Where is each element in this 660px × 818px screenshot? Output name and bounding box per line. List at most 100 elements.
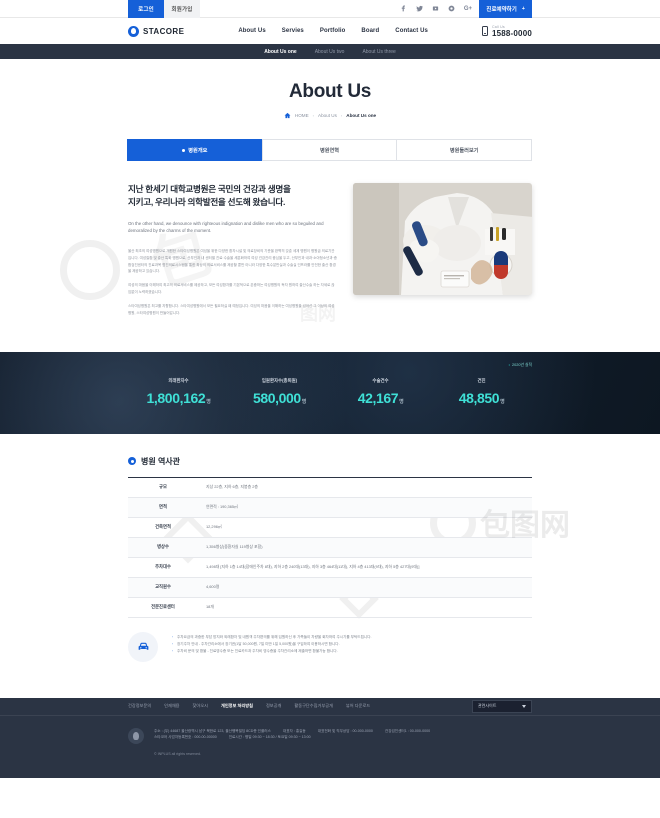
table-row: 전문진료센터 18개 bbox=[128, 597, 532, 618]
active-dot-icon bbox=[182, 148, 186, 152]
content-tabs: 병원개요 병원연혁 병원둘러보기 bbox=[127, 139, 533, 161]
intro-heading: 지난 한세기 대학교병원은 국민의 건강과 생명을 지키고, 우리나라 의학발전… bbox=[128, 183, 337, 210]
row-value: 지상 22층, 지하 6층, 지붕층 2층 bbox=[206, 484, 259, 490]
row-label: 교직원수 bbox=[155, 584, 171, 590]
stat-unit: 명 bbox=[206, 398, 211, 405]
row-label: 규모 bbox=[159, 484, 167, 490]
nav-board[interactable]: Board bbox=[361, 28, 379, 34]
note-item: 주차비 문의 및 환불 - 진료영수증 또는 진료카드과 주차비 영수증을 주차… bbox=[172, 648, 372, 655]
row-label: 전문진료센터 bbox=[151, 604, 175, 610]
note-item: 주차요금의 과중한 부담 방지와 외래환자 및 내원객 주차편의를 위해 입원하… bbox=[172, 634, 372, 641]
row-value: 18개 bbox=[206, 604, 214, 610]
stats-row: 외래환자수 1,800,162명 입원환자수(총퇴원) 580,000명 수술건… bbox=[128, 378, 532, 406]
row-value: 12,296㎡ bbox=[206, 524, 222, 530]
footer-links: 건강정보문의 인재채용 찾아오시 개인정보 처리방침 정보공개 활동구단수집거부… bbox=[128, 703, 370, 709]
row-label: 주차대수 bbox=[155, 564, 171, 570]
footer-business-number: 스타코어 사업자등록번호 : 000-00-00000 bbox=[154, 735, 217, 740]
car-icon bbox=[128, 631, 158, 662]
reserve-appointment-button[interactable]: 진료예약하기 + bbox=[479, 0, 532, 18]
footer-address-row-1: 주소 : (우) 44687 울산광역시 남구 북한로 123, 울산행복빌딩 … bbox=[154, 728, 430, 735]
nav-servies[interactable]: Servies bbox=[282, 28, 304, 34]
twitter-icon[interactable] bbox=[415, 4, 424, 13]
table-row: 면적 연면적 : 190,365㎡ bbox=[128, 497, 532, 518]
stat-number: 42,167 bbox=[357, 389, 399, 406]
nav-contact-us[interactable]: Contact Us bbox=[395, 28, 428, 34]
login-button[interactable]: 로그인 bbox=[128, 0, 164, 18]
footer-address-row-2: 스타코어 사업자등록번호 : 000-00-00000 진료시간 : 평일 09… bbox=[154, 734, 430, 741]
table-row: 규모 지상 22층, 지하 6층, 지붕층 2층 bbox=[128, 477, 532, 498]
row-label: 면적 bbox=[159, 504, 167, 510]
tab-hospital-overview[interactable]: 병원개요 bbox=[127, 139, 263, 161]
top-right-group: G+ 진료예약하기 + bbox=[399, 0, 532, 18]
phone-icon bbox=[481, 26, 488, 36]
footer-link-directions[interactable]: 찾아오시 bbox=[193, 703, 208, 709]
chevron-down-icon bbox=[522, 704, 526, 708]
section-title: 병원 역사관 bbox=[128, 456, 532, 467]
intro-section: 지난 한세기 대학교병원은 국민의 건강과 생명을 지키고, 우리나라 의학발전… bbox=[128, 183, 532, 324]
page-header: About Us HOME › About Us › About Us one bbox=[0, 59, 660, 133]
footer-checkup-phone: 건강검진센터1 : 00-000-0000 bbox=[384, 728, 431, 733]
related-sites-label: 관련사이트 bbox=[478, 703, 497, 709]
footer-address-line1: 주소 : (우) 44687 울산광역시 남구 북한로 123, 울산행복빌딩 … bbox=[154, 728, 271, 733]
row-value: 1,356병상(중환자실 119병상 포함) bbox=[206, 544, 263, 550]
sub-navigation: About Us one About Us two About Us three bbox=[0, 44, 660, 59]
subnav-about-us-three[interactable]: About Us three bbox=[362, 49, 395, 55]
subnav-about-us-one[interactable]: About Us one bbox=[264, 49, 297, 55]
related-sites-select[interactable]: 관련사이트 bbox=[472, 699, 532, 713]
footer-link-health-info[interactable]: 건강정보문의 bbox=[128, 703, 151, 709]
doctor-photo bbox=[352, 183, 532, 295]
stat-value: 42,167명 bbox=[330, 390, 431, 406]
intro-paragraph: 울산 최초의 여성병원으로 개원한 스타여성병원은 여성을 위한 다양한 환자시… bbox=[128, 249, 337, 274]
page-root: 包 图网 包图网 로그인 회원가입 G+ 진료예약하기 + STACORE Ab… bbox=[0, 0, 660, 779]
breadcrumb-separator: › bbox=[312, 113, 314, 118]
footer-link-privacy-policy[interactable]: 개인정보 처리방침 bbox=[221, 703, 253, 709]
footer-link-viewer-download[interactable]: 뷰어 다운로드 bbox=[346, 703, 370, 709]
stat-outpatients: 외래환자수 1,800,162명 bbox=[128, 378, 229, 406]
reserve-label: 진료예약하기 bbox=[486, 6, 517, 13]
statistics-band: 2020년 실적 외래환자수 1,800,162명 입원환자수(총퇴원) 580… bbox=[0, 351, 660, 434]
footer-nav-bar: 건강정보문의 인재채용 찾아오시 개인정보 처리방침 정보공개 활동구단수집거부… bbox=[0, 698, 660, 716]
breadcrumb-about-us[interactable]: About Us bbox=[318, 113, 337, 118]
row-label: 병상수 bbox=[157, 544, 169, 550]
stat-label: 입원환자수(총퇴원) bbox=[261, 377, 298, 383]
signup-button[interactable]: 회원가입 bbox=[164, 0, 200, 18]
stat-label: 외래환자수 bbox=[168, 377, 189, 383]
stat-unit: 명 bbox=[500, 398, 505, 405]
tab-label: 병원연혁 bbox=[319, 147, 340, 154]
googleplus-icon[interactable]: G+ bbox=[463, 4, 472, 13]
stat-checkups: 건진 48,850명 bbox=[431, 378, 532, 406]
footer-link-email-collection[interactable]: 활동구단수집거부공개 bbox=[294, 703, 333, 709]
instagram-icon[interactable] bbox=[447, 4, 456, 13]
breadcrumb: HOME › About Us › About Us one bbox=[0, 112, 660, 119]
nav-portfolio[interactable]: Portfolio bbox=[320, 28, 346, 34]
footer-link-recruit[interactable]: 인재채용 bbox=[164, 703, 179, 709]
tab-label: 병원둘러보기 bbox=[449, 147, 479, 154]
tab-hospital-history[interactable]: 병원연혁 bbox=[261, 139, 398, 161]
facebook-icon[interactable] bbox=[399, 4, 408, 13]
top-utility-bar: 로그인 회원가입 G+ 진료예약하기 + bbox=[0, 0, 660, 18]
stat-surgeries: 수술건수 42,167명 bbox=[330, 378, 431, 406]
footer-info: 주소 : (우) 44687 울산광역시 남구 북한로 123, 울산행복빌딩 … bbox=[154, 728, 430, 758]
site-logo[interactable]: STACORE bbox=[128, 25, 184, 37]
breadcrumb-home[interactable]: HOME bbox=[295, 113, 309, 118]
footer-link-disclosure[interactable]: 정보공개 bbox=[266, 703, 281, 709]
note-item: 장기주차 안내 - 주차관리소에서 장기권(1달 50,000원, 7일 미만 … bbox=[172, 641, 372, 648]
row-value: 1,498대 [지하 1층 14대(장애인주차 8대), 지하 2층 240대(… bbox=[206, 564, 420, 570]
stats-year-note: 2020년 실적 bbox=[509, 363, 532, 368]
stat-value: 1,800,162명 bbox=[128, 390, 229, 406]
intro-text-column: 지난 한세기 대학교병원은 국민의 건강과 생명을 지키고, 우리나라 의학발전… bbox=[128, 183, 337, 324]
home-icon[interactable] bbox=[284, 112, 291, 119]
tab-hospital-tour[interactable]: 병원둘러보기 bbox=[396, 139, 533, 161]
history-section: 병원 역사관 규모 지상 22층, 지하 6층, 지붕층 2층 면적 연면적 :… bbox=[128, 456, 532, 618]
section-title-text: 병원 역사관 bbox=[141, 456, 181, 466]
main-navigation: About Us Servies Portfolio Board Contact… bbox=[238, 28, 428, 34]
stat-unit: 명 bbox=[301, 398, 307, 405]
stat-number: 1,800,162 bbox=[146, 389, 206, 406]
table-row: 교직원수 4,600명 bbox=[128, 577, 532, 598]
stat-value: 48,850명 bbox=[431, 390, 532, 406]
watermark-ring bbox=[60, 240, 120, 300]
youtube-icon[interactable] bbox=[431, 4, 440, 13]
intro-body: 울산 최초의 여성병원으로 개원한 스타여성병원은 여성을 위한 다양한 환자시… bbox=[128, 248, 337, 317]
nav-about-us[interactable]: About Us bbox=[238, 28, 265, 34]
subnav-about-us-two[interactable]: About Us two bbox=[315, 49, 345, 55]
